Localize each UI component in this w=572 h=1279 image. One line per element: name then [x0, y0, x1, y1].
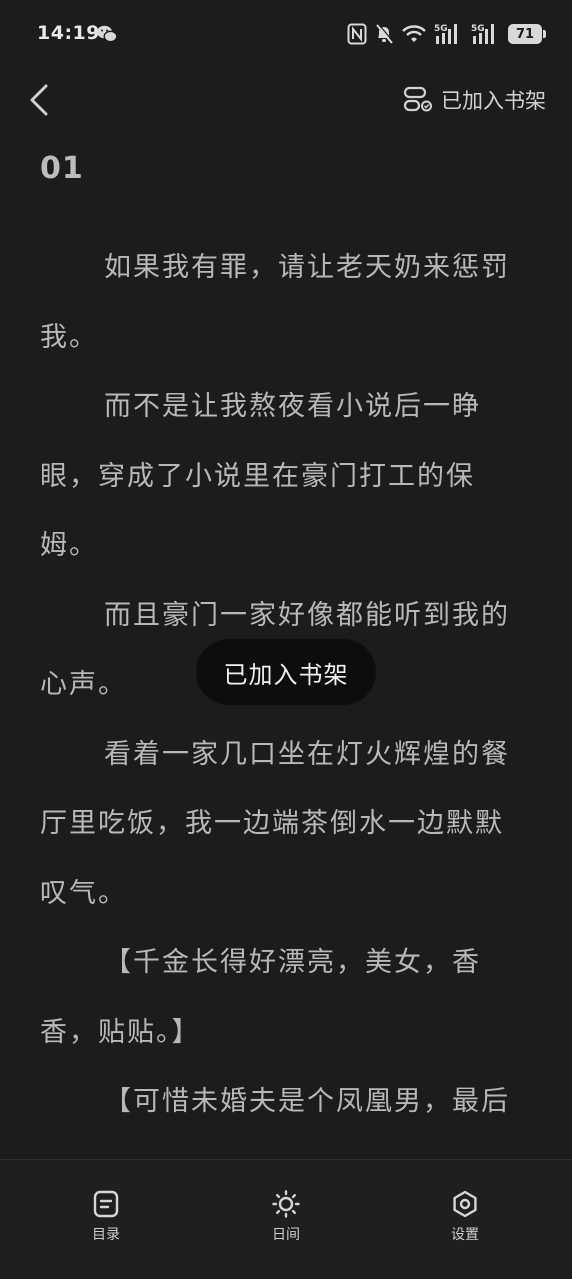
nav-item-contents[interactable]: 目录 [61, 1190, 151, 1244]
battery-cap [543, 30, 546, 38]
wifi-icon [402, 25, 426, 42]
battery-level: 71 [515, 26, 535, 42]
chapter-title: 01 [40, 151, 84, 186]
paragraph: 如果我有罪，请让老天奶来惩罚我。 [40, 252, 510, 353]
signal-5g-icon: 5G [434, 24, 457, 44]
paragraph: 【可惜未婚夫是个凤凰男，最后 [104, 1086, 510, 1117]
nav-label-contents: 目录 [92, 1227, 120, 1243]
paragraph: 看着一家几口坐在灯火辉煌的餐厅里吃饭，我一边端茶倒水一边默默叹气。 [40, 738, 510, 909]
battery-icon: 71 [508, 24, 546, 44]
svg-text:5G: 5G [471, 24, 485, 34]
nfc-icon [347, 23, 367, 45]
wechat-icon [97, 25, 118, 43]
status-bar: 14:19 5G 5G 71 [0, 0, 572, 68]
bookshelf-icon [403, 86, 432, 112]
status-icons: 5G 5G 71 [347, 20, 546, 48]
status-time: 14:19 [37, 22, 100, 44]
nav-item-settings[interactable]: 设置 [420, 1190, 510, 1244]
toast: 已加入书架 [196, 639, 376, 705]
reader-screen: 14:19 5G 5G 71 已加入书架 01 如果我有罪，请让老天奶来惩罚我。… [0, 0, 572, 1279]
bottom-toolbar: 目录 日间 设置 [0, 1159, 572, 1279]
paragraph: 而不是让我熬夜看小说后一睁眼，穿成了小说里在豪门打工的保姆。 [40, 391, 481, 561]
chevron-left-icon [30, 84, 48, 116]
sun-icon [272, 1190, 300, 1218]
bookshelf-label: 已加入书架 [441, 89, 546, 113]
mute-bell-icon [376, 23, 394, 44]
nav-item-day-mode[interactable]: 日间 [241, 1190, 331, 1244]
nav-label-settings: 设置 [451, 1227, 479, 1243]
table-of-contents-icon [93, 1190, 119, 1218]
svg-text:5G: 5G [434, 24, 448, 34]
settings-icon [453, 1190, 477, 1218]
signal-5g-icon: 5G [471, 24, 494, 44]
toast-text: 已加入书架 [223, 660, 349, 689]
paragraph: 【千金长得好漂亮，美女，香香，贴贴。】 [40, 947, 481, 1048]
bookshelf-button[interactable]: 已加入书架 [403, 84, 546, 116]
back-button[interactable] [22, 80, 62, 120]
nav-label-day-mode: 日间 [272, 1227, 300, 1243]
